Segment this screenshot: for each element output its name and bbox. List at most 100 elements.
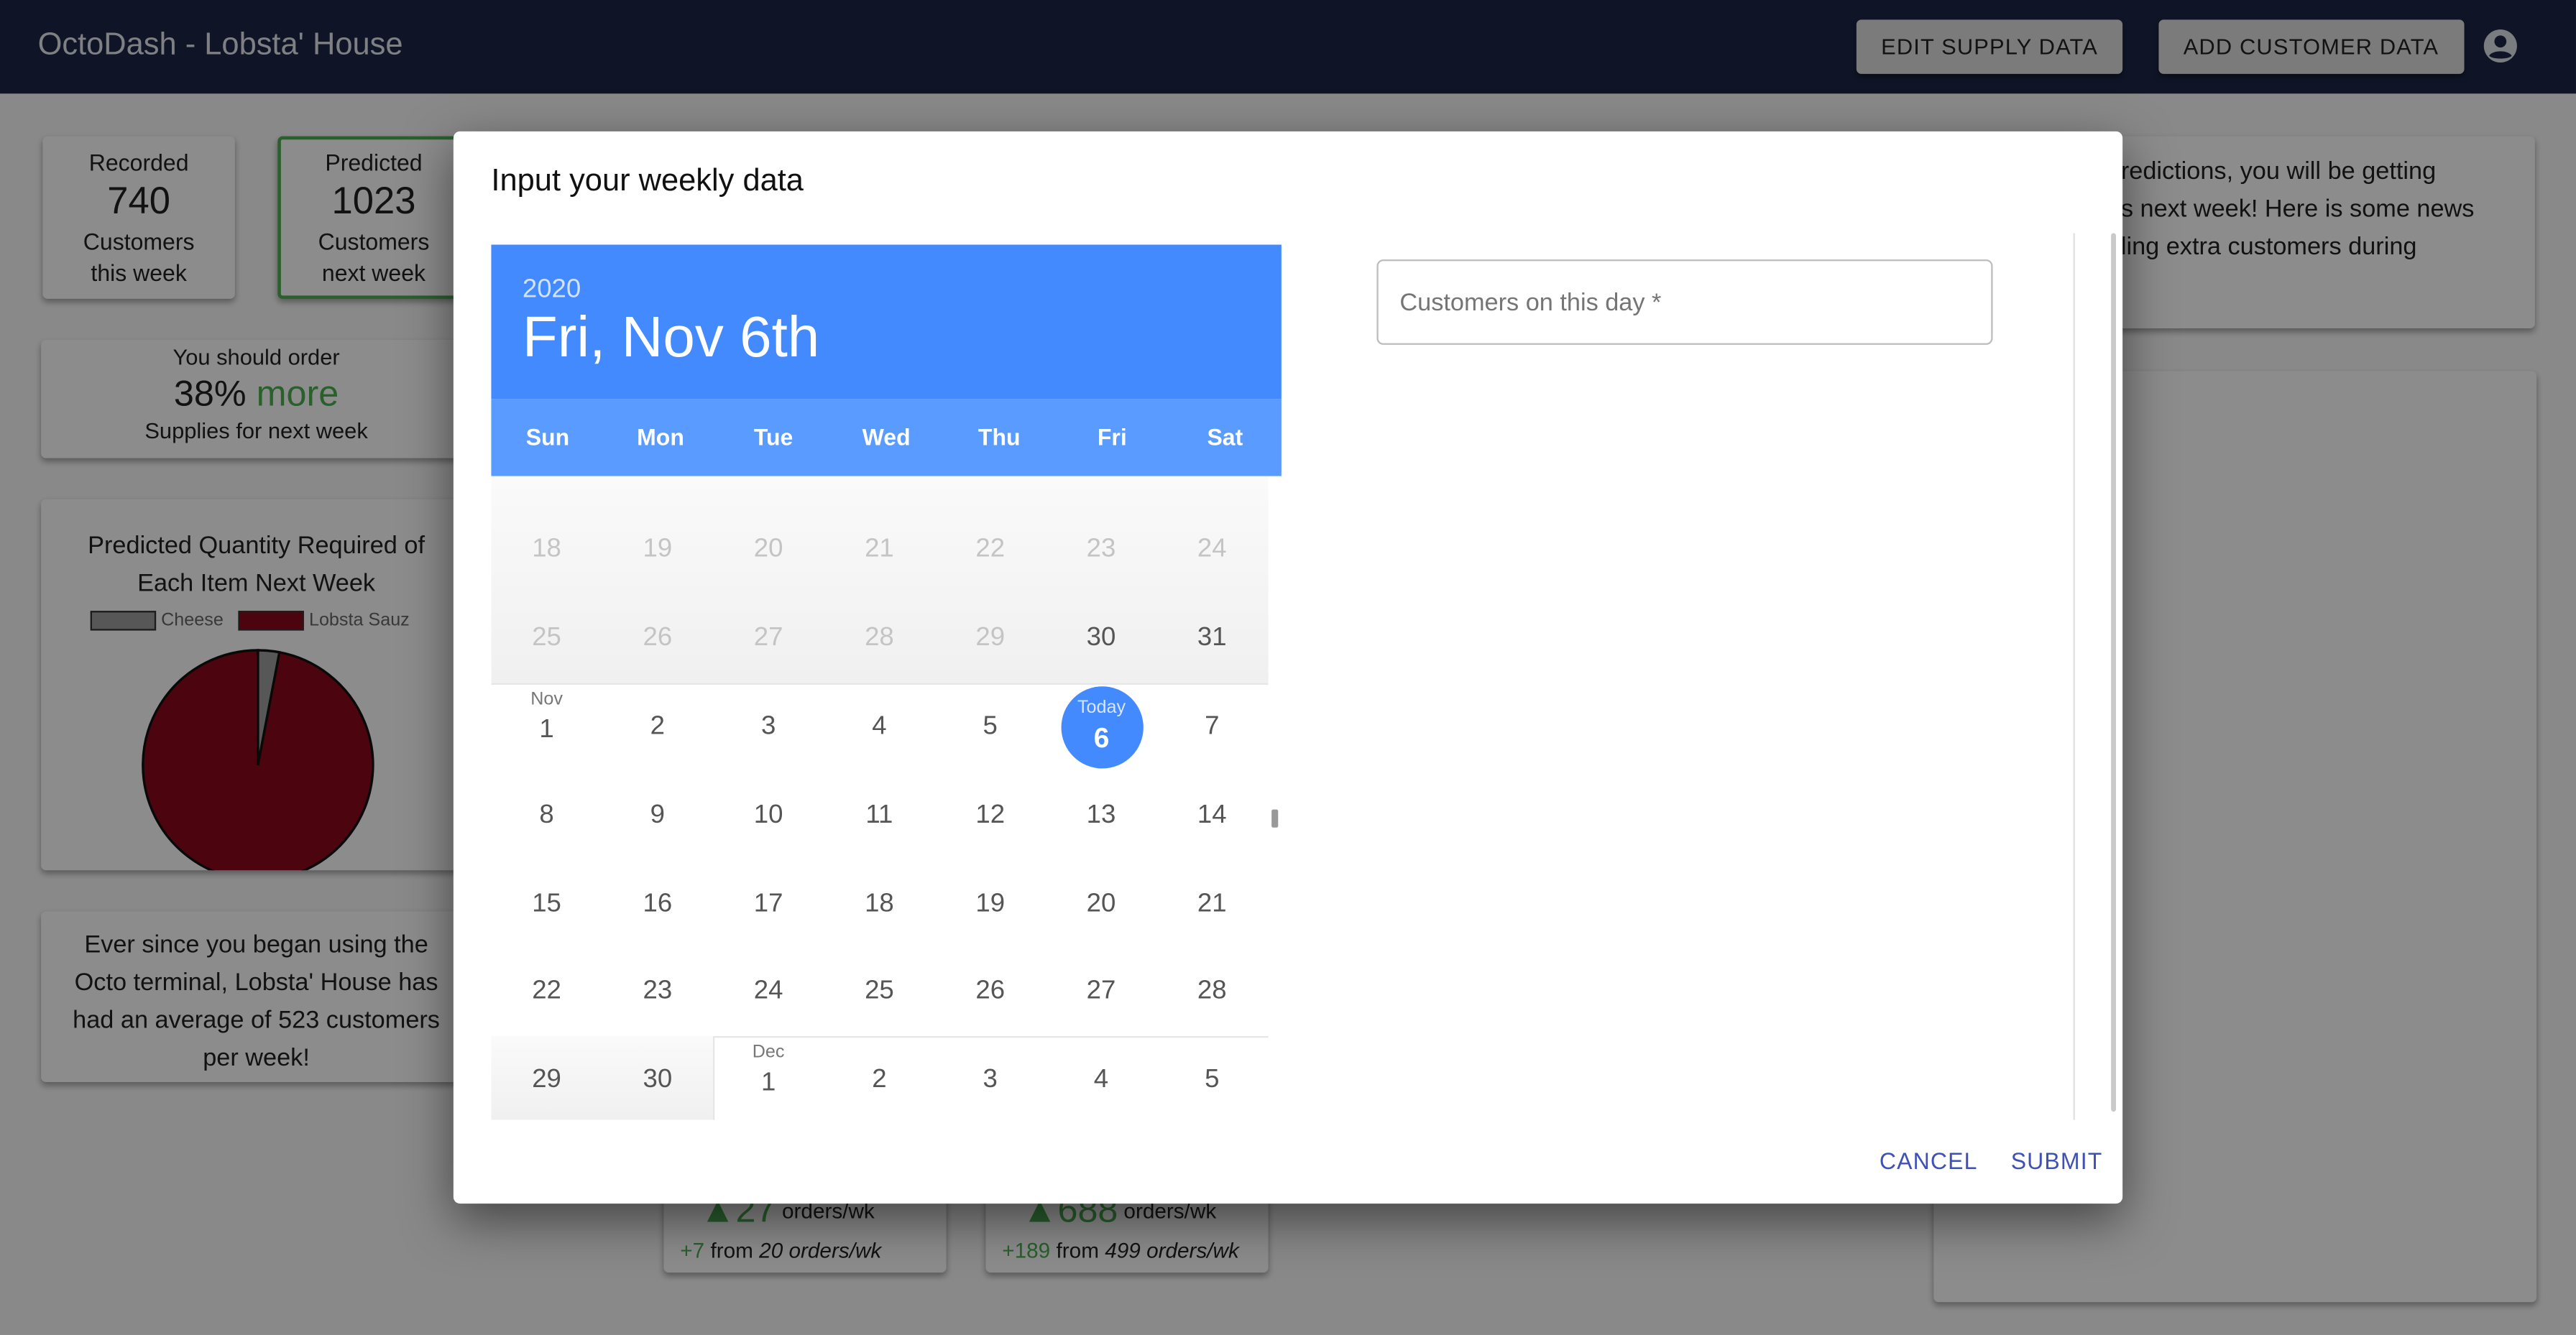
today-label: Today <box>1077 698 1126 718</box>
calendar-day-nov-25[interactable]: 25 <box>824 948 934 1036</box>
calendar-day-nov-4[interactable]: 4 <box>824 683 934 772</box>
picker-selected-date: Fri, Nov 6th <box>522 305 820 370</box>
calendar-day-nov-15[interactable]: 15 <box>491 860 602 948</box>
calendar-day-nov-29[interactable]: 29 <box>491 1036 602 1120</box>
today-day-number: 6 <box>1093 722 1110 754</box>
calendar-day-nov-18[interactable]: 18 <box>824 860 934 948</box>
day-number: 3 <box>760 712 776 741</box>
calendar-day-dec-2[interactable]: 2 <box>824 1036 934 1120</box>
day-number: 22 <box>975 535 1006 563</box>
day-number: 18 <box>532 535 561 563</box>
calendar-day-nov-28[interactable]: 28 <box>1156 948 1267 1036</box>
calendar-day-nov-16[interactable]: 16 <box>602 860 713 948</box>
calendar-day-nov-30[interactable]: 30 <box>602 1036 713 1120</box>
calendar-day-dec-3[interactable]: 3 <box>935 1036 1046 1120</box>
submit-button[interactable]: SUBMIT <box>2005 1145 2110 1178</box>
day-number: 28 <box>1197 976 1227 1005</box>
today-highlight: Today 6 <box>1060 686 1143 769</box>
day-number: 3 <box>983 1066 998 1094</box>
day-number: 30 <box>1086 624 1116 652</box>
calendar-day-nov-12[interactable]: 12 <box>935 772 1046 860</box>
weekday-sun: Sun <box>525 423 570 451</box>
calendar-day-nov-14[interactable]: 14 <box>1156 772 1267 860</box>
calendar-day-oct-18[interactable]: 18 <box>491 506 602 594</box>
calendar-day-nov-2[interactable]: 2 <box>602 683 713 772</box>
day-number: 27 <box>1086 976 1116 1005</box>
day-number: 11 <box>865 801 893 830</box>
calendar-day-nov-23[interactable]: 23 <box>602 948 713 1036</box>
calendar-day-oct-24[interactable]: 24 <box>1156 506 1267 594</box>
calendar-day-oct-20[interactable]: 20 <box>713 506 824 594</box>
day-number: 18 <box>865 890 894 918</box>
calendar-grid[interactable]: 18 19 20 21 22 23 24 25 26 27 28 29 30 31 Nov 1 2 3 4 5 Toda… <box>491 476 1282 1120</box>
day-number: 1 <box>760 1068 776 1097</box>
calendar-day-oct-19[interactable]: 19 <box>602 506 713 594</box>
day-number: 19 <box>975 890 1006 918</box>
calendar-day-oct-29[interactable]: 29 <box>935 594 1046 683</box>
calendar-day-oct-27[interactable]: 27 <box>713 594 824 683</box>
calendar-day-dec-5[interactable]: 5 <box>1156 1036 1267 1120</box>
picker-year[interactable]: 2020 <box>523 276 581 305</box>
calendar-day-oct-31[interactable]: 31 <box>1156 594 1267 683</box>
calendar-day-nov-20[interactable]: 20 <box>1046 860 1156 948</box>
calendar-day-nov-10[interactable]: 10 <box>713 772 824 860</box>
calendar-day-nov-8[interactable]: 8 <box>491 772 602 860</box>
day-number: 20 <box>1086 890 1116 918</box>
day-number: 20 <box>753 535 783 563</box>
day-number: 25 <box>865 976 894 1005</box>
dialog-scrollbar[interactable] <box>2111 233 2116 1112</box>
cancel-button[interactable]: CANCEL <box>1873 1145 1984 1178</box>
day-number: 28 <box>865 624 894 652</box>
calendar-day-nov-21[interactable]: 21 <box>1156 860 1267 948</box>
calendar-day-nov-1[interactable]: Nov 1 <box>491 683 602 772</box>
day-number: 5 <box>983 712 998 741</box>
dialog-title: Input your weekly data <box>491 164 804 199</box>
day-number: 23 <box>643 976 673 1005</box>
calendar-day-nov-19[interactable]: 19 <box>935 860 1046 948</box>
calendar-day-dec-4[interactable]: 4 <box>1046 1036 1156 1120</box>
calendar-day-nov-7[interactable]: 7 <box>1156 683 1267 772</box>
calendar-day-nov-11[interactable]: 11 <box>824 772 934 860</box>
calendar-day-oct-28[interactable]: 28 <box>824 594 934 683</box>
calendar-day-nov-22[interactable]: 22 <box>491 948 602 1036</box>
dialog-scroll-track <box>2073 233 2075 1120</box>
day-number: 2 <box>650 712 666 741</box>
weekly-data-dialog: Input your weekly data 2020 Fri, Nov 6th… <box>453 131 2123 1204</box>
weekday-header-row: Sun Mon Tue Wed Thu Fri Sat <box>491 399 1282 476</box>
day-number: 30 <box>643 1066 673 1094</box>
customers-field[interactable] <box>1376 259 1993 345</box>
day-number: 2 <box>872 1066 887 1094</box>
calendar-day-nov-9[interactable]: 9 <box>602 772 713 860</box>
day-number: 1 <box>539 716 554 744</box>
day-number: 16 <box>643 890 673 918</box>
dashboard-screen: OctoDash - Lobsta' House EDIT SUPPLY DAT… <box>0 0 2576 1335</box>
calendar-day-oct-23[interactable]: 23 <box>1046 506 1156 594</box>
calendar-day-oct-25[interactable]: 25 <box>491 594 602 683</box>
day-number: 26 <box>975 976 1006 1005</box>
customers-on-this-day-input[interactable] <box>1378 261 1992 343</box>
calendar-day-nov-26[interactable]: 26 <box>935 948 1046 1036</box>
month-label: Dec <box>752 1043 785 1063</box>
day-number: 19 <box>643 535 673 563</box>
calendar-day-nov-24[interactable]: 24 <box>713 948 824 1036</box>
calendar-day-dec-1[interactable]: Dec 1 <box>713 1036 824 1120</box>
weekday-thu: Thu <box>978 423 1021 451</box>
calendar-day-nov-5[interactable]: 5 <box>935 683 1046 772</box>
calendar-day-oct-30[interactable]: 30 <box>1046 594 1156 683</box>
day-number: 13 <box>1086 801 1116 830</box>
calendar-day-nov-27[interactable]: 27 <box>1046 948 1156 1036</box>
calendar-day-oct-22[interactable]: 22 <box>935 506 1046 594</box>
date-picker-header: 2020 Fri, Nov 6th <box>491 244 1282 399</box>
calendar-day-nov-13[interactable]: 13 <box>1046 772 1156 860</box>
weekday-fri: Fri <box>1097 423 1127 451</box>
day-number: 25 <box>532 624 561 652</box>
calendar-day-oct-26[interactable]: 26 <box>602 594 713 683</box>
calendar-day-nov-3[interactable]: 3 <box>713 683 824 772</box>
calendar-day-oct-21[interactable]: 21 <box>824 506 934 594</box>
day-number: 26 <box>643 624 673 652</box>
calendar-day-nov-6[interactable]: Today 6 <box>1046 683 1156 772</box>
day-number: 7 <box>1205 712 1220 741</box>
calendar-day-nov-17[interactable]: 17 <box>713 860 824 948</box>
day-number: 27 <box>753 624 783 652</box>
calendar-scroll-thumb[interactable] <box>1271 809 1279 828</box>
